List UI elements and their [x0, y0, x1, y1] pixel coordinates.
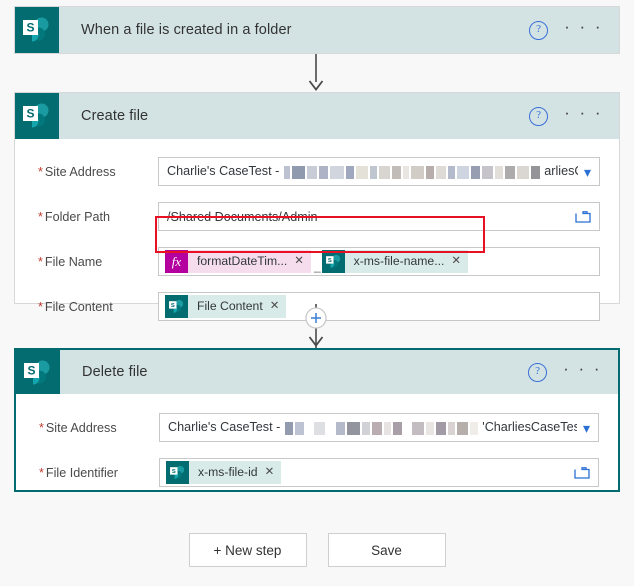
create-file-card-title: Create file	[81, 108, 149, 124]
token-chip-file-id[interactable]: S x-ms-file-id ✕	[166, 461, 282, 484]
delete-file-card[interactable]: S Delete file ? · · · * Site Address Char…	[14, 348, 620, 492]
site-address-value: Charlie's CaseTest - arliesCaseTest	[167, 164, 578, 179]
label-file-name: * File Name	[38, 254, 103, 269]
more-options-icon[interactable]: · · ·	[563, 360, 602, 379]
token-chip-label: x-ms-file-name...	[353, 254, 445, 268]
help-icon[interactable]: ?	[529, 106, 549, 126]
folder-picker-icon[interactable]	[574, 466, 590, 479]
token-chip-label: File Content	[197, 299, 263, 313]
svg-text:S: S	[26, 107, 34, 121]
sharepoint-glyph: S	[23, 103, 49, 128]
token-chip-body: File Content ✕	[188, 295, 287, 318]
token-chip-file-name[interactable]: S x-ms-file-name... ✕	[321, 250, 469, 273]
folder-path-input[interactable]: /Shared Documents/Admin	[158, 202, 600, 231]
sharepoint-glyph: S	[325, 254, 340, 268]
sharepoint-glyph: S	[24, 360, 50, 385]
close-icon[interactable]: ✕	[294, 250, 304, 273]
file-name-input[interactable]: fx formatDateTim... ✕ _ S x-ms-file-name…	[158, 247, 600, 276]
token-chip-body: x-ms-file-name... ✕	[344, 250, 469, 273]
close-icon[interactable]: ✕	[265, 461, 275, 484]
create-file-card-body: * Site Address Charlie's CaseTest - arlie…	[15, 153, 619, 325]
footer-actions: + New step Save	[0, 533, 634, 567]
create-file-card-header[interactable]: S Create file ? · · ·	[15, 93, 619, 139]
sharepoint-glyph: S	[170, 465, 185, 479]
label-folder-path: * Folder Path	[38, 209, 111, 224]
token-chip-label: x-ms-file-id	[198, 465, 258, 479]
delete-file-card-body: * Site Address Charlie's CaseTest - 'Char…	[16, 409, 618, 491]
sharepoint-icon: S	[321, 250, 345, 273]
required-marker: *	[38, 209, 43, 224]
delete-file-card-header[interactable]: S Delete file ? · · ·	[16, 350, 618, 394]
token-chip-file-content[interactable]: S File Content ✕	[165, 295, 287, 318]
sharepoint-icon: S	[166, 461, 189, 484]
token-chip-body: formatDateTim... ✕	[188, 250, 311, 273]
field-row-site-address: * Site Address Charlie's CaseTest - 'Char…	[16, 409, 618, 446]
trigger-card-actions: ? · · ·	[529, 18, 619, 40]
field-row-folder-path: * Folder Path /Shared Documents/Admin	[15, 198, 619, 235]
label-site-address: * Site Address	[39, 420, 117, 435]
required-marker: *	[38, 254, 43, 269]
chevron-down-icon[interactable]: ▾	[578, 165, 591, 179]
site-address-dropdown[interactable]: Charlie's CaseTest - 'CharliesCaseTest ▾	[159, 413, 599, 442]
required-marker: *	[39, 465, 44, 480]
file-content-input[interactable]: S File Content ✕	[158, 292, 600, 321]
svg-text:S: S	[172, 469, 176, 475]
help-icon[interactable]: ?	[528, 362, 548, 382]
expression-fx-icon: fx	[165, 250, 188, 273]
label-site-address: * Site Address	[38, 164, 116, 179]
chevron-down-icon[interactable]: ▾	[577, 421, 590, 435]
token-chip-expression[interactable]: fx formatDateTim... ✕	[165, 250, 311, 273]
folder-path-value: /Shared Documents/Admin	[167, 209, 318, 224]
required-marker: *	[38, 164, 43, 179]
close-icon[interactable]: ✕	[451, 250, 461, 273]
new-step-button[interactable]: + New step	[188, 533, 307, 567]
svg-text:S: S	[26, 21, 34, 35]
svg-text:S: S	[327, 258, 331, 264]
field-row-file-identifier: * File Identifier S x-ms-file-id ✕	[16, 454, 618, 491]
connector-arrow-1	[308, 54, 324, 91]
sharepoint-icon: S	[15, 7, 59, 53]
site-address-dropdown[interactable]: Charlie's CaseTest - arliesCaseTest ▾	[158, 157, 600, 186]
redacted-text	[284, 420, 483, 435]
required-marker: *	[38, 299, 43, 314]
field-row-site-address: * Site Address Charlie's CaseTest - arlie…	[15, 153, 619, 190]
trigger-card-header[interactable]: S When a file is created in a folder ? ·…	[15, 7, 619, 53]
sharepoint-glyph: S	[169, 299, 184, 313]
create-file-card-actions: ? · · ·	[529, 104, 619, 126]
required-marker: *	[39, 420, 44, 435]
label-file-content: * File Content	[38, 299, 113, 314]
folder-picker-icon[interactable]	[575, 210, 591, 223]
token-separator: _	[313, 259, 321, 273]
save-button[interactable]: Save	[327, 533, 446, 567]
svg-text:S: S	[171, 303, 175, 309]
svg-text:S: S	[27, 364, 35, 378]
more-options-icon[interactable]: · · ·	[564, 18, 603, 37]
field-row-file-name: * File Name fx formatDateTim... ✕ _ S x-…	[15, 243, 619, 280]
trigger-card-title: When a file is created in a folder	[81, 22, 292, 38]
sharepoint-icon: S	[16, 350, 60, 394]
insert-step-connector	[305, 304, 327, 348]
sharepoint-icon: S	[15, 93, 59, 139]
more-options-icon[interactable]: · · ·	[564, 104, 603, 123]
token-chip-body: x-ms-file-id ✕	[189, 461, 282, 484]
label-file-identifier: * File Identifier	[39, 465, 119, 480]
flow-designer-canvas: S When a file is created in a folder ? ·…	[0, 0, 634, 586]
create-file-card[interactable]: S Create file ? · · · * Site Address Char…	[14, 92, 620, 321]
delete-file-card-actions: ? · · ·	[528, 360, 618, 382]
sharepoint-glyph: S	[23, 17, 49, 42]
trigger-card[interactable]: S When a file is created in a folder ? ·…	[14, 6, 620, 54]
redacted-text	[283, 164, 545, 179]
site-address-value: Charlie's CaseTest - 'CharliesCaseTest	[168, 420, 577, 435]
help-icon[interactable]: ?	[529, 20, 549, 40]
delete-file-card-title: Delete file	[82, 364, 148, 380]
token-chip-label: formatDateTim...	[197, 254, 288, 268]
file-identifier-input[interactable]: S x-ms-file-id ✕	[159, 458, 599, 487]
close-icon[interactable]: ✕	[270, 295, 280, 318]
sharepoint-icon: S	[165, 295, 188, 318]
